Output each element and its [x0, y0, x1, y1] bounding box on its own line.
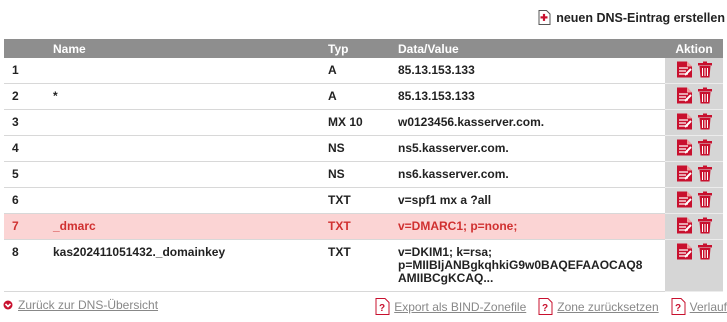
row-number: 2	[4, 83, 45, 110]
row-actions	[665, 83, 723, 110]
table-row: 6 TXT v=spf1 mx a ?all	[4, 187, 723, 214]
record-data: v=DKIM1; k=rsa; p=MIIBIjANBgkqhkiG9w0BAQE…	[390, 239, 665, 292]
action-icons	[676, 165, 713, 182]
back-to-dns-overview-link[interactable]: Zurück zur DNS-Übersicht	[3, 298, 158, 312]
record-name	[45, 187, 320, 214]
action-icons	[676, 191, 713, 208]
table-row: 2 * A 85.13.153.133	[4, 83, 723, 110]
zone-history-icon: ?	[671, 298, 686, 315]
history-label: Verlauf	[689, 299, 727, 314]
delete-icon[interactable]	[697, 243, 713, 260]
table-row: 7 _dmarc TXT v=DMARC1; p=none;	[4, 213, 723, 240]
row-number: 6	[4, 187, 45, 214]
table-row: 3 MX 10 w0123456.kasserver.com.	[4, 109, 723, 136]
table-row: 1 A 85.13.153.133	[4, 58, 723, 84]
delete-icon[interactable]	[697, 165, 713, 182]
col-header-aktion: Aktion	[665, 39, 723, 58]
svg-text:?: ?	[542, 303, 548, 314]
action-icons	[676, 113, 713, 130]
record-name	[45, 58, 320, 84]
row-actions	[665, 187, 723, 214]
row-number: 3	[4, 109, 45, 136]
record-data: 85.13.153.133	[390, 58, 665, 84]
record-data: v=DMARC1; p=none;	[390, 213, 665, 240]
edit-icon[interactable]	[676, 113, 693, 130]
record-name	[45, 135, 320, 162]
record-type: TXT	[320, 213, 390, 240]
zone-export-icon: ?	[375, 298, 390, 315]
edit-icon[interactable]	[676, 165, 693, 182]
record-type: A	[320, 83, 390, 110]
action-icons	[676, 87, 713, 104]
reset-label: Zone zurücksetzen	[557, 299, 659, 314]
dns-records-table: Name Typ Data/Value Aktion 1 A 85.13.153.1…	[4, 39, 723, 292]
delete-icon[interactable]	[697, 191, 713, 208]
svg-text:?: ?	[675, 303, 681, 314]
delete-icon[interactable]	[697, 139, 713, 156]
row-actions	[665, 213, 723, 240]
delete-icon[interactable]	[697, 87, 713, 104]
back-arrow-icon	[3, 300, 13, 310]
record-name	[45, 109, 320, 136]
row-number: 8	[4, 239, 45, 292]
row-number: 7	[4, 213, 45, 240]
action-icons	[676, 61, 713, 78]
record-name: kas202411051432._domainkey	[45, 239, 320, 292]
back-link-label: Zurück zur DNS-Übersicht	[18, 298, 159, 312]
action-icons	[676, 217, 713, 234]
record-name: *	[45, 83, 320, 110]
row-actions	[665, 135, 723, 162]
delete-icon[interactable]	[697, 61, 713, 78]
record-data: v=spf1 mx a ?all	[390, 187, 665, 214]
delete-icon[interactable]	[697, 113, 713, 130]
record-data-line: AMIIBCgKCAQ...	[398, 271, 494, 285]
row-actions	[665, 161, 723, 188]
row-number: 4	[4, 135, 45, 162]
edit-icon[interactable]	[676, 243, 693, 260]
svg-text:?: ?	[379, 303, 385, 314]
zone-actions: ? Export als BIND-Zonefile ? Zone zurück…	[363, 298, 727, 315]
record-name: _dmarc	[45, 213, 320, 240]
edit-icon[interactable]	[676, 87, 693, 104]
row-actions	[665, 58, 723, 84]
record-type: NS	[320, 135, 390, 162]
action-icons	[676, 139, 713, 156]
col-header-data[interactable]: Data/Value	[390, 39, 665, 58]
export-label: Export als BIND-Zonefile	[394, 299, 527, 314]
col-header-typ[interactable]: Typ	[320, 39, 390, 58]
edit-icon[interactable]	[676, 139, 693, 156]
record-type: NS	[320, 161, 390, 188]
row-number: 5	[4, 161, 45, 188]
table-row: 8 kas202411051432._domainkey TXT v=DKIM1; k…	[4, 239, 723, 292]
zone-reset-icon: ?	[538, 298, 553, 315]
table-row: 4 NS ns5.kasserver.com.	[4, 135, 723, 162]
edit-icon[interactable]	[676, 217, 693, 234]
record-type: TXT	[320, 239, 390, 292]
record-type: MX 10	[320, 109, 390, 136]
export-bind-zonefile-link[interactable]: ? Export als BIND-Zonefile	[375, 298, 526, 315]
record-type: A	[320, 58, 390, 84]
record-data: 85.13.153.133	[390, 83, 665, 110]
table-row: 5 NS ns6.kasserver.com.	[4, 161, 723, 188]
edit-icon[interactable]	[676, 191, 693, 208]
record-data: ns5.kasserver.com.	[390, 135, 665, 162]
row-actions	[665, 109, 723, 136]
delete-icon[interactable]	[697, 217, 713, 234]
new-dns-entry-label: neuen DNS-Eintrag erstellen	[556, 10, 725, 25]
table-header-row: Name Typ Data/Value Aktion	[4, 39, 723, 58]
record-data: w0123456.kasserver.com.	[390, 109, 665, 136]
document-add-icon	[538, 10, 551, 25]
new-dns-entry-button[interactable]: neuen DNS-Eintrag erstellen	[538, 10, 725, 25]
col-header-nr	[4, 39, 45, 58]
edit-icon[interactable]	[676, 61, 693, 78]
row-actions	[665, 239, 723, 292]
record-data: ns6.kasserver.com.	[390, 161, 665, 188]
action-icons	[676, 243, 713, 260]
reset-zone-link[interactable]: ? Zone zurücksetzen	[538, 298, 659, 315]
record-name	[45, 161, 320, 188]
row-number: 1	[4, 58, 45, 84]
col-header-name[interactable]: Name	[45, 39, 320, 58]
record-type: TXT	[320, 187, 390, 214]
history-link[interactable]: ? Verlauf	[671, 298, 727, 315]
